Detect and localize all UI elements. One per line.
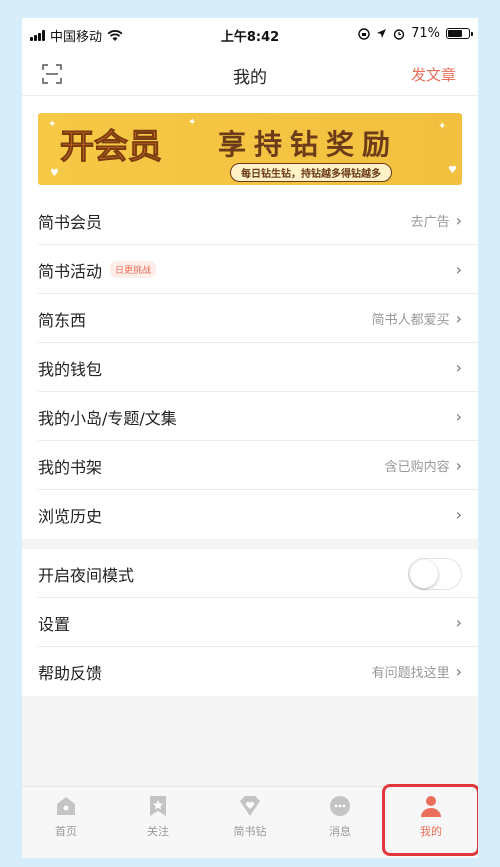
banner-reward-text: 享持钻奖励 bbox=[218, 128, 399, 161]
menu-item-activity[interactable]: 简书活动 日更挑战 › bbox=[22, 245, 478, 294]
menu-item-label: 简书活动 bbox=[38, 261, 103, 281]
menu-item-label: 简东西 bbox=[38, 310, 87, 330]
menu-item-collections[interactable]: 我的小岛/专题/文集 › bbox=[22, 392, 478, 441]
post-article-button[interactable]: 发文章 bbox=[411, 64, 456, 85]
night-mode-label: 开启夜间模式 bbox=[38, 565, 135, 585]
menu-item-history[interactable]: 浏览历史 › bbox=[22, 490, 478, 539]
chevron-right-icon: › bbox=[455, 456, 462, 475]
tab-follow[interactable]: 关注 bbox=[123, 793, 193, 839]
empty-area bbox=[22, 696, 478, 786]
menu-item-wallet[interactable]: 我的钱包 › bbox=[22, 343, 478, 392]
nav-bar: 我的 发文章 bbox=[22, 52, 478, 96]
menu-item-label: 我的书架 bbox=[38, 457, 103, 477]
tab-messages[interactable]: 消息 bbox=[305, 793, 375, 839]
night-mode-toggle[interactable] bbox=[408, 557, 462, 590]
settings-list: 开启夜间模式 设置 › 帮助反馈 有问题找这里 › bbox=[22, 549, 478, 696]
menu-list: 简书会员 去广告 › 简书活动 日更挑战 › 简东西 简书人都爱买 › 我的钱包 ›… bbox=[22, 196, 478, 539]
menu-item-bookshelf[interactable]: 我的书架 含已购内容 › bbox=[22, 441, 478, 490]
help-feedback-label: 帮助反馈 bbox=[38, 663, 103, 683]
menu-item-label: 我的钱包 bbox=[38, 359, 103, 379]
chevron-right-icon: › bbox=[455, 505, 462, 524]
highlight-box bbox=[382, 784, 478, 856]
menu-item-hint: 简书人都爱买 bbox=[371, 313, 450, 328]
chevron-right-icon: › bbox=[455, 211, 462, 230]
alarm-icon bbox=[393, 28, 405, 40]
chat-bubble-icon bbox=[330, 796, 350, 816]
location-icon bbox=[377, 29, 387, 38]
settings-item-label: 设置 bbox=[38, 614, 71, 634]
chevron-right-icon: › bbox=[455, 662, 462, 681]
vip-banner[interactable]: ✦ ✦ ✦ ♥ ♥ 开会员 享持钻奖励 每日钻生钻，持钻越多得钻越多 bbox=[38, 113, 462, 185]
chevron-right-icon: › bbox=[455, 260, 462, 279]
star-bookmark-icon bbox=[150, 796, 166, 816]
menu-item-hint: 含已购内容 bbox=[384, 460, 450, 475]
menu-item-label: 简书会员 bbox=[38, 212, 103, 232]
menu-item-label: 浏览历史 bbox=[38, 506, 103, 526]
menu-item-hint: 去广告 bbox=[410, 215, 450, 230]
chevron-right-icon: › bbox=[455, 358, 462, 377]
status-bar: 中国移动 上午8:42 71% bbox=[22, 18, 478, 52]
menu-item-label: 我的小岛/专题/文集 bbox=[38, 408, 177, 428]
banner-subtitle: 每日钻生钻，持钻越多得钻越多 bbox=[230, 163, 392, 182]
help-feedback-hint: 有问题找这里 bbox=[371, 666, 450, 681]
banner-main-text: 开会员 bbox=[60, 127, 163, 168]
rotation-lock-icon bbox=[358, 27, 370, 40]
battery-percent: 71% bbox=[411, 26, 440, 41]
page-title: 我的 bbox=[233, 68, 267, 88]
menu-item-shop[interactable]: 简东西 简书人都爱买 › bbox=[22, 294, 478, 343]
night-mode-row: 开启夜间模式 bbox=[22, 549, 478, 598]
chevron-right-icon: › bbox=[455, 309, 462, 328]
menu-item-vip[interactable]: 简书会员 去广告 › bbox=[22, 196, 478, 245]
home-icon bbox=[57, 797, 75, 815]
help-feedback-item[interactable]: 帮助反馈 有问题找这里 › bbox=[22, 647, 478, 696]
tab-home[interactable]: 首页 bbox=[31, 793, 101, 839]
battery-icon bbox=[446, 28, 473, 39]
settings-item[interactable]: 设置 › bbox=[22, 598, 478, 647]
activity-tag-badge: 日更挑战 bbox=[110, 261, 157, 278]
section-divider bbox=[22, 539, 478, 549]
chevron-right-icon: › bbox=[455, 407, 462, 426]
phone-screen: 中国移动 上午8:42 71% 我的 发文章 ✦ ✦ ✦ ♥ ♥ 开会员 享持钻… bbox=[22, 18, 478, 858]
tab-diamond[interactable]: 简书钻 bbox=[215, 793, 285, 839]
diamond-heart-icon bbox=[240, 796, 260, 816]
chevron-right-icon: › bbox=[455, 613, 462, 632]
